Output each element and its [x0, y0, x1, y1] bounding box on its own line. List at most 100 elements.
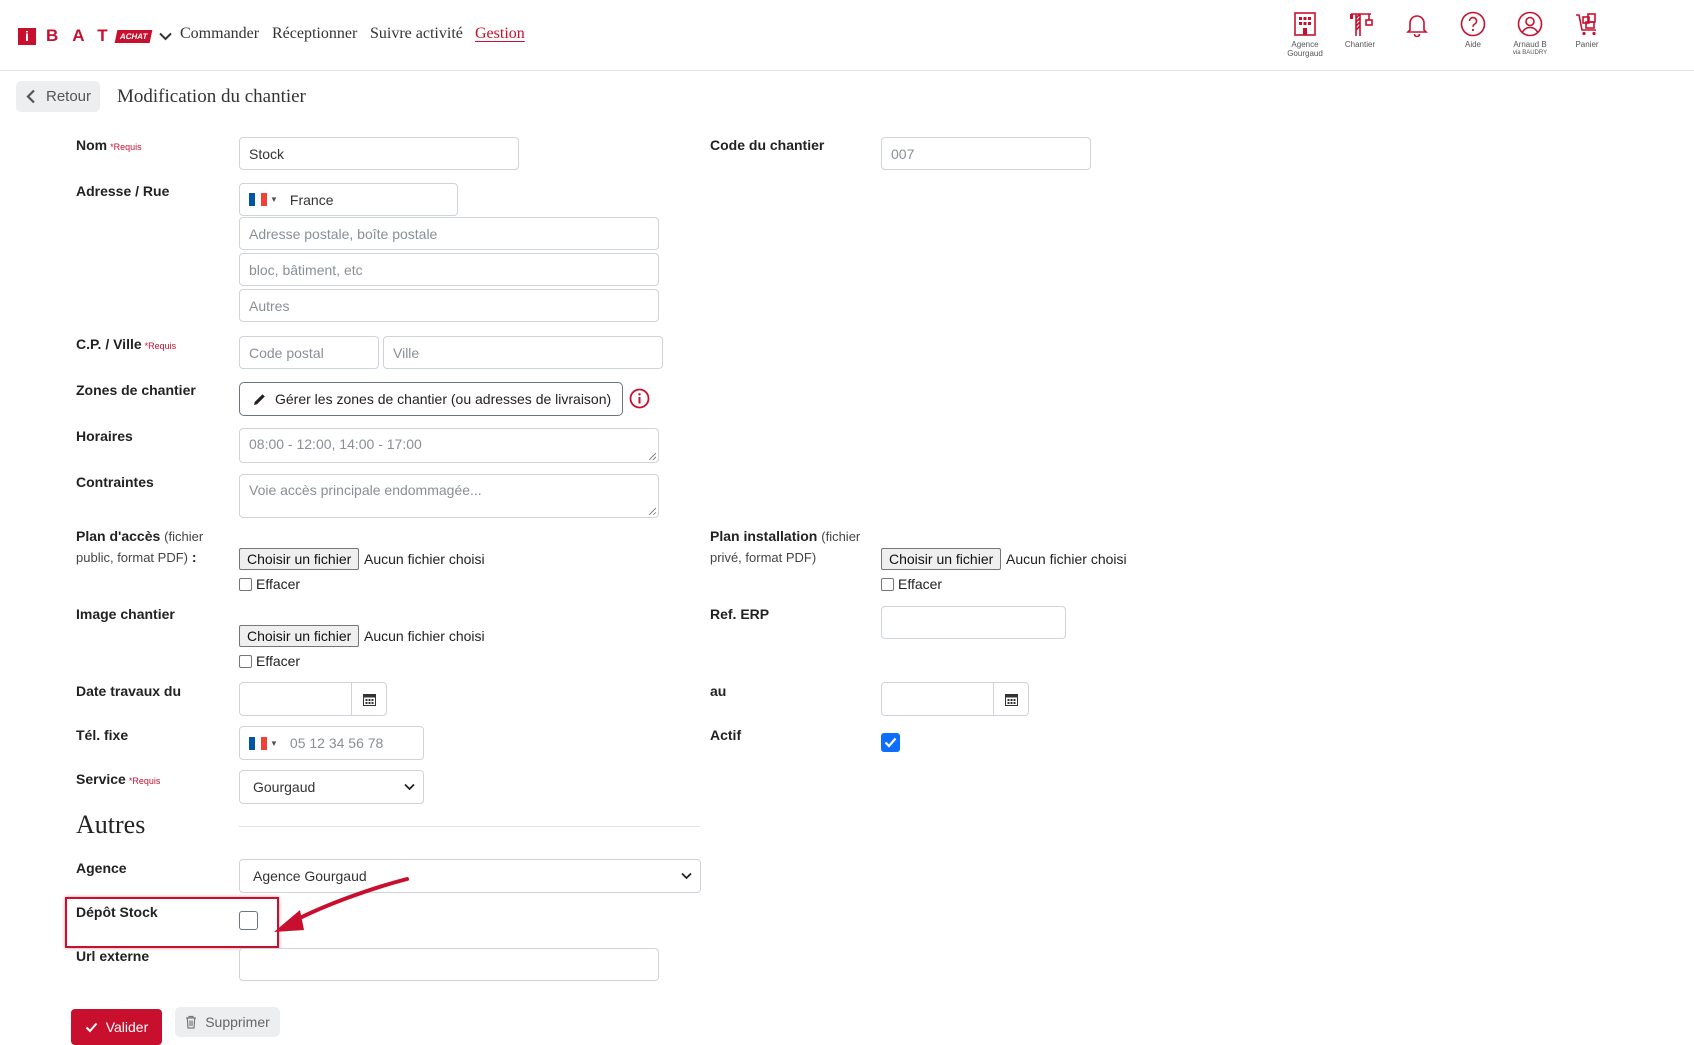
plan-acces-file-button[interactable]: Choisir un fichier [239, 548, 360, 570]
checkbox-box [239, 577, 252, 591]
date-du-input[interactable] [239, 682, 352, 716]
ville-input[interactable]: Ville [383, 336, 663, 369]
nav-gestion[interactable]: Gestion [475, 25, 525, 43]
annotation-arrow-icon [274, 877, 409, 932]
agence-label: Agence [1291, 40, 1319, 49]
topnav-agence[interactable]: Agence Gourgaud [1280, 11, 1330, 58]
contraintes-textarea[interactable]: Voie accès principale endommagée... [239, 474, 659, 518]
horaires-placeholder: 08:00 - 12:00, 14:00 - 17:00 [249, 436, 422, 452]
logo-text: BAT [46, 26, 122, 45]
pencil-icon [254, 393, 265, 405]
contraintes-placeholder: Voie accès principale endommagée... [249, 482, 482, 498]
tel-label: Tél. fixe [76, 727, 129, 743]
plan-installation-file-status: Aucun fichier choisi [1006, 551, 1127, 567]
address-line2-input[interactable]: bloc, bâtiment, etc [239, 253, 659, 286]
building-icon [1294, 12, 1316, 36]
plan-installation-clear-checkbox[interactable]: Effacer [881, 576, 942, 592]
top-navbar: i BAT ACHAT Commander Réceptionner Suivr… [0, 0, 1694, 71]
address-line3-input[interactable]: Autres [239, 289, 659, 322]
topnav-user[interactable]: Arnaud B via BAUDRY [1505, 11, 1555, 58]
logo-badge: ACHAT [114, 29, 153, 43]
chantier-label: Chantier [1344, 40, 1376, 49]
plan-acces-file-status: Aucun fichier choisi [364, 551, 485, 567]
image-file-button[interactable]: Choisir un fichier [239, 625, 360, 647]
url-externe-input[interactable] [239, 948, 659, 981]
aide-label: Aide [1464, 40, 1481, 49]
france-flag-icon [249, 736, 267, 750]
horaires-label: Horaires [76, 428, 133, 444]
address-line1-input[interactable]: Adresse postale, boîte postale [239, 217, 659, 250]
resize-handle[interactable] [649, 508, 656, 515]
effacer-label: Effacer [256, 653, 301, 669]
chevron-down-icon [404, 783, 415, 791]
valider-button[interactable]: Valider [71, 1009, 162, 1045]
depot-stock-checkbox[interactable] [239, 911, 258, 930]
topnav-notifications[interactable] [1392, 11, 1442, 37]
crane-icon [1350, 13, 1373, 36]
check-icon [85, 1022, 97, 1032]
valider-label: Valider [105, 1019, 149, 1035]
image-chantier-label: Image chantier [76, 606, 175, 622]
topnav-aide[interactable]: Aide [1448, 11, 1498, 49]
chevron-left-icon [26, 89, 35, 104]
horaires-textarea[interactable]: 08:00 - 12:00, 14:00 - 17:00 [239, 428, 659, 463]
nav-receptionner[interactable]: Réceptionner [272, 25, 357, 43]
checkbox-box [881, 577, 894, 591]
nom-label: Nom *Requis [76, 137, 142, 153]
help-icon [1460, 11, 1486, 37]
effacer-label: Effacer [898, 576, 943, 592]
date-du-label: Date travaux du [76, 683, 182, 699]
user-icon [1517, 11, 1543, 37]
zones-label: Zones de chantier [76, 382, 196, 398]
bell-icon [1406, 15, 1428, 37]
tel-input[interactable]: ▼ 05 12 34 56 78 [239, 726, 424, 760]
tel-placeholder: 05 12 34 56 78 [289, 735, 384, 751]
adresse-label: Adresse / Rue [76, 183, 170, 199]
caret-down-icon: ▼ [270, 738, 278, 748]
date-au-label: au [710, 683, 727, 699]
depot-stock-label: Dépôt Stock [76, 904, 158, 920]
service-select[interactable]: Gourgaud [239, 770, 424, 804]
manage-zones-label: Gérer les zones de chantier (ou adresses… [275, 391, 612, 407]
cart-icon [1576, 13, 1596, 36]
url-externe-label: Url externe [76, 948, 150, 964]
supprimer-button[interactable]: Supprimer [175, 1007, 280, 1037]
country-select[interactable]: ▼ France [239, 183, 458, 216]
code-postal-input[interactable]: Code postal [239, 336, 379, 369]
plan-installation-file-button[interactable]: Choisir un fichier [881, 548, 1002, 570]
date-du-calendar-button[interactable] [351, 682, 387, 716]
checkbox-box [239, 654, 252, 668]
topnav-chantier[interactable]: Chantier [1335, 11, 1385, 49]
image-clear-checkbox[interactable]: Effacer [239, 653, 300, 669]
actif-checkbox[interactable] [881, 733, 900, 752]
app-logo[interactable]: i BAT ACHAT [18, 26, 172, 46]
plan-acces-clear-checkbox[interactable]: Effacer [239, 576, 300, 592]
resize-handle[interactable] [649, 453, 656, 460]
ref-erp-input[interactable] [881, 606, 1066, 639]
trash-icon [186, 1015, 197, 1029]
supprimer-label: Supprimer [205, 1014, 270, 1030]
nav-suivre-activite[interactable]: Suivre activité [370, 25, 463, 43]
manage-zones-button[interactable]: Gérer les zones de chantier (ou adresses… [239, 382, 623, 416]
code-input[interactable]: 007 [881, 137, 1091, 170]
date-au-input[interactable] [881, 682, 994, 716]
chevron-down-icon[interactable] [159, 32, 172, 41]
agence-sublabel: Gourgaud [1287, 49, 1323, 58]
calendar-icon [362, 693, 376, 706]
chevron-down-icon [681, 872, 692, 880]
nom-input[interactable]: Stock [239, 137, 519, 170]
country-value: France [289, 191, 334, 208]
plan-installation-label: Plan installation (fichier privé, format … [710, 528, 861, 565]
date-au-calendar-button[interactable] [993, 682, 1029, 716]
nav-commander[interactable]: Commander [180, 25, 259, 43]
france-flag-icon [249, 193, 267, 206]
info-icon[interactable] [629, 388, 650, 409]
logo-mark: i [18, 27, 36, 45]
page-title: Modification du chantier [117, 86, 306, 107]
topnav-panier[interactable]: Panier [1562, 11, 1612, 49]
back-button[interactable]: Retour [16, 81, 100, 112]
ref-erp-label: Ref. ERP [710, 606, 770, 622]
actif-label: Actif [710, 727, 742, 743]
code-label: Code du chantier [710, 137, 825, 153]
image-file-status: Aucun fichier choisi [364, 628, 485, 644]
